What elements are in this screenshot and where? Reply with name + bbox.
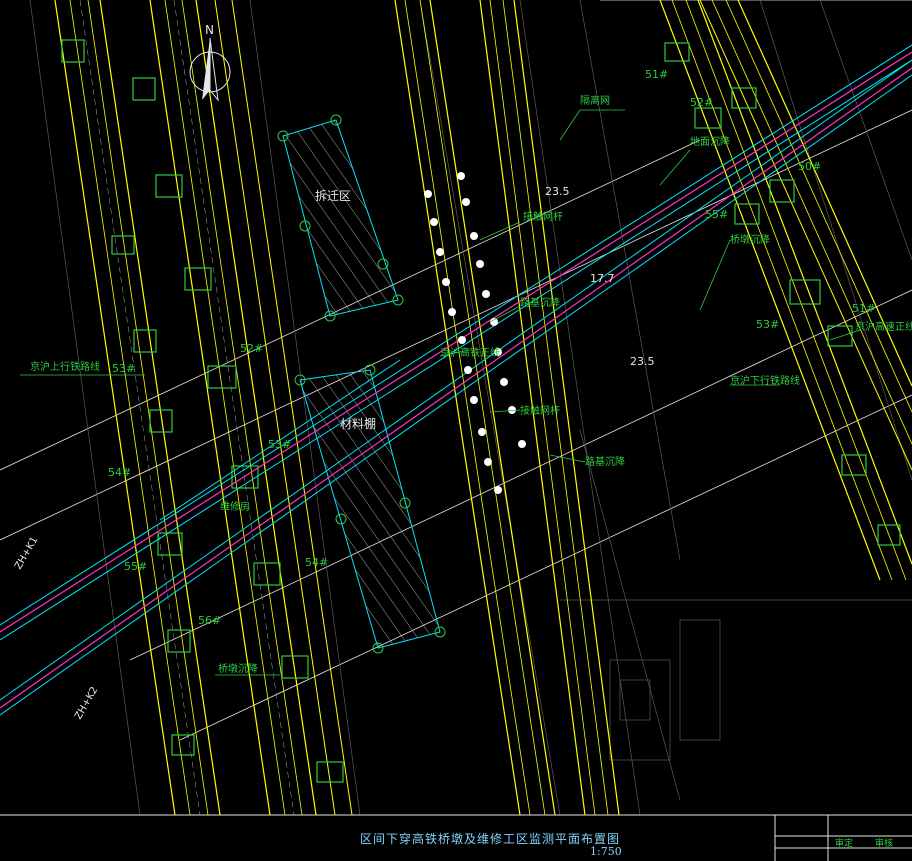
dimension-3: 17.7 <box>590 272 615 285</box>
drawing-scale: 1:750 <box>590 845 622 858</box>
pier-label-53: 53# <box>112 362 135 375</box>
north-label: N <box>205 23 214 37</box>
title-block-cell-1: 审定 <box>835 837 853 849</box>
annotation-line-left-up: 京沪上行铁路线 <box>30 360 100 373</box>
drawing-title: 区间下穿高铁桥墩及维修工区监测平面布置图 <box>360 832 621 846</box>
pier-label-50: 50# <box>798 160 821 173</box>
annotation-ann7: 桥墩沉降 <box>730 233 770 246</box>
annotation-line-right-down: 京沪下行铁路线 <box>730 374 800 387</box>
zone-label-b: 材料棚 <box>340 416 376 431</box>
annotation-ann5: 接触网杆 <box>520 404 560 417</box>
annotation-line-right-up: 京沪高速正线 <box>855 320 912 333</box>
pier-label-54b: 54# <box>305 556 328 569</box>
pier-label-55: 55# <box>124 560 147 573</box>
dimension-1: 23.5 <box>545 185 570 198</box>
dimension-2: 23.5 <box>630 355 655 368</box>
pier-label-54: 54# <box>108 466 131 479</box>
annotation-ann2: 地面沉降 <box>690 135 730 148</box>
annotation-ann3: 接触网杆 <box>523 210 563 223</box>
pier-label-55r: 55# <box>705 208 728 221</box>
zone-label-a: 拆迁区 <box>315 188 351 203</box>
annotation-ann7b: 桥墩沉降 <box>218 662 258 675</box>
annotation-line-left-high: 京沪高铁正线 <box>440 346 500 359</box>
annotation-ann4: 路基沉降 <box>520 296 560 309</box>
pier-label-56: 56# <box>198 614 221 627</box>
title-block-cell-2: 审核 <box>875 837 893 849</box>
pier-label-53r: 53# <box>756 318 779 331</box>
pier-label-51r: 51# <box>852 302 875 315</box>
annotation-ann8: 维修房 <box>220 500 250 513</box>
pier-label-53b: 53# <box>268 438 291 451</box>
annotation-ann1: 隔离网 <box>580 94 610 107</box>
pier-label-52r: 52# <box>690 96 713 109</box>
pier-label-52: 52# <box>240 342 263 355</box>
pier-label-51: 51# <box>645 68 668 81</box>
cad-drawing: N 51# 52# 50# 55# 51# 53# 52# 53# 53# 54… <box>0 0 912 861</box>
annotation-ann6: 路基沉降 <box>585 455 625 468</box>
